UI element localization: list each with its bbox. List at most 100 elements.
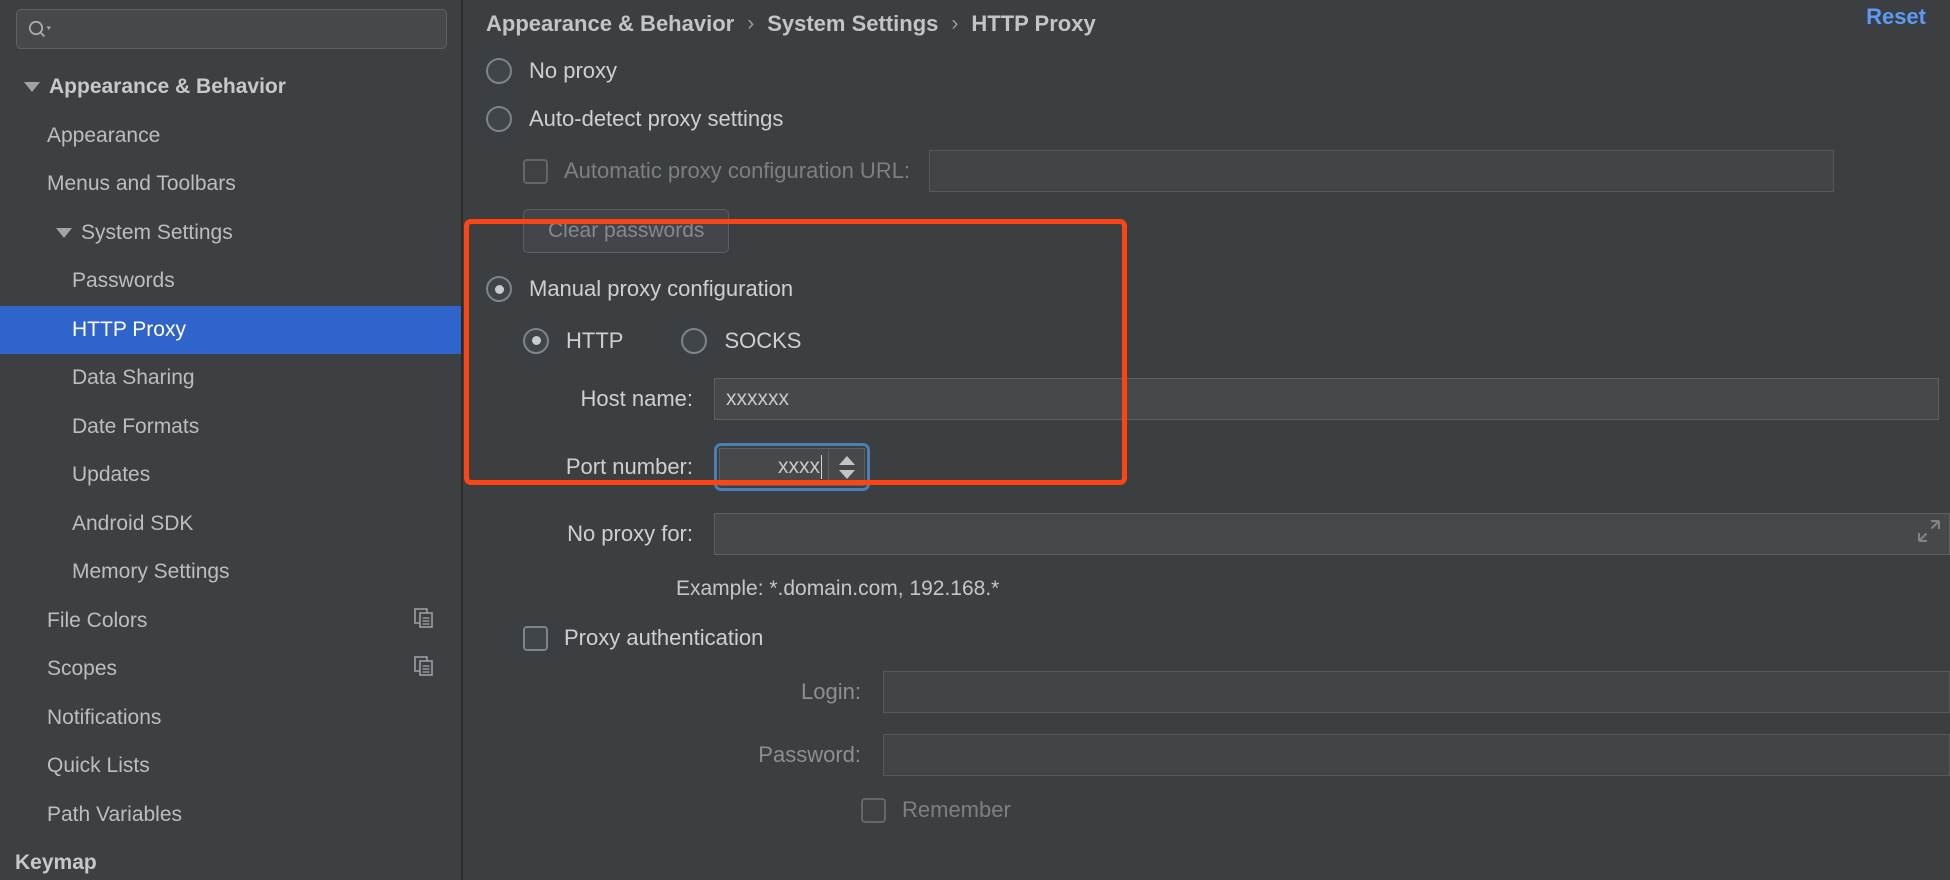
reset-link[interactable]: Reset — [1866, 4, 1926, 30]
sidebar-item-path-variables[interactable]: Path Variables — [0, 791, 461, 840]
protocol-row: HTTP SOCKS — [486, 315, 1950, 366]
socks-radio[interactable] — [681, 328, 707, 354]
sidebar-item-http-proxy[interactable]: HTTP Proxy — [0, 306, 461, 355]
proxy-auth-checkbox[interactable] — [523, 626, 548, 651]
clear-passwords-row: Clear passwords — [486, 199, 1950, 263]
port-number-row: Port number: xxxx — [486, 432, 1950, 502]
socks-label: SOCKS — [724, 328, 801, 354]
port-number-focus-ring: xxxx — [714, 443, 870, 491]
login-input[interactable] — [883, 671, 1950, 713]
search-input[interactable] — [53, 19, 436, 39]
search-wrapper — [0, 0, 461, 49]
login-label: Login: — [676, 679, 861, 705]
settings-sidebar: Appearance & Behavior Appearance Menus and… — [0, 0, 463, 880]
sidebar-item-label: Android SDK — [72, 512, 193, 536]
search-box[interactable] — [16, 9, 447, 49]
no-proxy-radio[interactable] — [486, 58, 512, 84]
sidebar-item-label: Notifications — [47, 706, 161, 730]
sidebar-item-label: HTTP Proxy — [72, 318, 186, 342]
auto-detect-radio[interactable] — [486, 106, 512, 132]
port-number-spinner[interactable]: xxxx — [719, 448, 865, 486]
sidebar-item-date-formats[interactable]: Date Formats — [0, 403, 461, 452]
sidebar-item-label: Path Variables — [47, 803, 182, 827]
sidebar-item-label: Menus and Toolbars — [47, 172, 236, 196]
sidebar-item-data-sharing[interactable]: Data Sharing — [0, 354, 461, 403]
no-proxy-for-row: No proxy for: — [486, 502, 1950, 566]
sidebar-item-scopes[interactable]: Scopes — [0, 645, 461, 694]
sidebar-item-appearance[interactable]: Appearance — [0, 112, 461, 161]
settings-tree: Appearance & Behavior Appearance Menus and… — [0, 63, 461, 880]
sidebar-item-passwords[interactable]: Passwords — [0, 257, 461, 306]
sidebar-item-quick-lists[interactable]: Quick Lists — [0, 742, 461, 791]
port-number-label: Port number: — [523, 454, 693, 480]
sidebar-item-memory-settings[interactable]: Memory Settings — [0, 548, 461, 597]
auto-config-url-row: Automatic proxy configuration URL: — [486, 143, 1950, 199]
sidebar-item-label: Data Sharing — [72, 366, 195, 390]
sidebar-item-updates[interactable]: Updates — [0, 451, 461, 500]
sidebar-item-label: System Settings — [81, 221, 233, 245]
clear-passwords-button[interactable]: Clear passwords — [523, 209, 729, 253]
port-number-text: xxxx — [778, 455, 820, 479]
chevron-down-glyph — [56, 228, 72, 238]
sidebar-item-label: Keymap — [15, 851, 97, 875]
example-text: Example: *.domain.com, 192.168.* — [676, 577, 999, 601]
breadcrumb-separator-0: › — [734, 12, 767, 36]
sidebar-item-appearance-behavior[interactable]: Appearance & Behavior — [0, 63, 461, 112]
remember-checkbox[interactable] — [861, 798, 886, 823]
breadcrumb-separator-1: › — [938, 12, 971, 36]
sidebar-item-file-colors[interactable]: File Colors — [0, 597, 461, 646]
host-name-label: Host name: — [523, 386, 693, 412]
sidebar-item-label: Appearance — [47, 124, 160, 148]
auto-config-url-checkbox[interactable] — [523, 159, 548, 184]
auto-detect-row[interactable]: Auto-detect proxy settings — [486, 94, 1950, 143]
settings-dialog: Appearance & Behavior Appearance Menus and… — [0, 0, 1950, 880]
sidebar-item-label: Updates — [72, 463, 150, 487]
port-number-value[interactable]: xxxx — [720, 449, 828, 485]
sidebar-item-label: Passwords — [72, 269, 175, 293]
http-proxy-form: No proxy Auto-detect proxy settings Auto… — [463, 48, 1950, 830]
sidebar-item-system-settings[interactable]: System Settings — [0, 209, 461, 258]
stepper-up-icon[interactable] — [839, 456, 855, 465]
auto-config-url-input[interactable] — [929, 150, 1834, 192]
copy-icon[interactable] — [414, 608, 434, 634]
example-row: Example: *.domain.com, 192.168.* — [486, 566, 1950, 612]
sidebar-item-label: Date Formats — [72, 415, 199, 439]
sidebar-item-label: Appearance & Behavior — [49, 75, 286, 99]
remember-row[interactable]: Remember — [486, 790, 1950, 830]
no-proxy-for-input[interactable] — [714, 513, 1950, 555]
sidebar-item-android-sdk[interactable]: Android SDK — [0, 500, 461, 549]
sidebar-item-label: Scopes — [47, 657, 117, 681]
sidebar-item-keymap[interactable]: Keymap — [0, 839, 461, 880]
expand-icon[interactable] — [1918, 520, 1940, 548]
breadcrumb-item-1[interactable]: System Settings — [767, 11, 938, 37]
host-name-row: Host name: xxxxxx — [486, 366, 1950, 432]
auto-config-url-label: Automatic proxy configuration URL: — [564, 158, 910, 184]
sidebar-item-menus-and-toolbars[interactable]: Menus and Toolbars — [0, 160, 461, 209]
password-input[interactable] — [883, 734, 1950, 776]
sidebar-item-notifications[interactable]: Notifications — [0, 694, 461, 743]
http-radio[interactable] — [523, 328, 549, 354]
proxy-auth-row[interactable]: Proxy authentication — [486, 612, 1950, 664]
no-proxy-label: No proxy — [529, 58, 617, 84]
proxy-auth-label: Proxy authentication — [564, 625, 763, 651]
breadcrumb-item-2: HTTP Proxy — [971, 11, 1095, 37]
copy-icon[interactable] — [414, 656, 434, 682]
password-row: Password: — [486, 720, 1950, 790]
port-number-steppers[interactable] — [828, 449, 864, 485]
breadcrumb-item-0[interactable]: Appearance & Behavior — [486, 11, 734, 37]
text-caret — [821, 455, 822, 479]
login-row: Login: — [486, 664, 1950, 720]
sidebar-item-label: Memory Settings — [72, 560, 230, 584]
chevron-down-icon[interactable] — [47, 228, 81, 238]
stepper-down-icon[interactable] — [839, 470, 855, 479]
host-name-input[interactable]: xxxxxx — [714, 378, 1939, 420]
sidebar-item-label: Quick Lists — [47, 754, 150, 778]
settings-main-panel: Appearance & Behavior › System Settings … — [463, 0, 1950, 880]
auto-detect-label: Auto-detect proxy settings — [529, 106, 783, 132]
no-proxy-row[interactable]: No proxy — [486, 48, 1950, 94]
chevron-down-icon[interactable] — [15, 82, 49, 92]
http-label: HTTP — [566, 328, 623, 354]
manual-proxy-radio[interactable] — [486, 276, 512, 302]
manual-proxy-row[interactable]: Manual proxy configuration — [486, 263, 1950, 315]
manual-proxy-label: Manual proxy configuration — [529, 276, 793, 302]
